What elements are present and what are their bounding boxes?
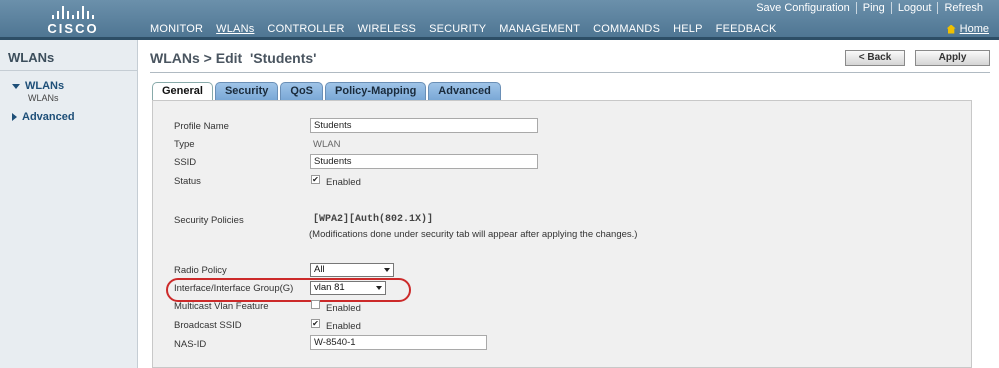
ping-link[interactable]: Ping	[855, 2, 891, 14]
radio-policy-label: Radio Policy	[174, 265, 227, 276]
security-policies-label: Security Policies	[174, 215, 244, 226]
cisco-logo-bars	[44, 4, 102, 19]
type-label: Type	[174, 139, 195, 150]
radio-policy-select[interactable]: All	[310, 263, 394, 277]
nav-help[interactable]: HELP	[673, 23, 703, 35]
status-checkbox[interactable]: ✔	[311, 175, 320, 184]
nav-management[interactable]: MANAGEMENT	[499, 23, 580, 35]
sidebar-subitem-wlans[interactable]: WLANs	[28, 93, 59, 103]
tab-advanced[interactable]: Advanced	[428, 82, 501, 100]
nav-security[interactable]: SECURITY	[429, 23, 486, 35]
title-divider	[150, 72, 990, 73]
broadcast-enabled-label: Enabled	[326, 321, 361, 332]
broadcast-ssid-checkbox[interactable]: ✔	[311, 319, 320, 328]
home-icon	[946, 24, 956, 34]
tab-policy-mapping[interactable]: Policy-Mapping	[325, 82, 427, 100]
type-value: WLAN	[313, 139, 341, 150]
red-highlight-annotation	[166, 278, 411, 302]
multicast-vlan-label: Multicast Vlan Feature	[174, 301, 269, 312]
sidebar: WLANs WLANs WLANs Advanced	[0, 40, 138, 368]
security-note: (Modifications done under security tab w…	[309, 229, 638, 240]
sidebar-divider	[0, 70, 138, 71]
profile-name-input[interactable]: Students	[310, 118, 538, 133]
profile-name-label: Profile Name	[174, 121, 229, 132]
nas-id-input[interactable]: W-8540-1	[310, 335, 487, 350]
dropdown-arrow-icon	[384, 268, 390, 272]
sidebar-item-wlans[interactable]: WLANs	[12, 80, 64, 92]
tab-general[interactable]: General	[152, 82, 213, 101]
ssid-input[interactable]: Students	[310, 154, 538, 169]
tab-security[interactable]: Security	[214, 82, 279, 100]
nav-monitor[interactable]: MONITOR	[150, 23, 203, 35]
tab-qos[interactable]: QoS	[280, 82, 324, 100]
logout-link[interactable]: Logout	[890, 2, 938, 14]
sidebar-item-label: Advanced	[22, 111, 75, 123]
utility-links: Save Configuration Ping Logout Refresh	[750, 2, 989, 14]
sidebar-item-advanced[interactable]: Advanced	[12, 111, 75, 123]
status-label: Status	[174, 176, 201, 187]
nas-id-label: NAS-ID	[174, 339, 207, 350]
nav-commands[interactable]: COMMANDS	[593, 23, 660, 35]
multicast-vlan-checkbox[interactable]: ✔	[311, 300, 320, 309]
security-policies-value: [WPA2][Auth(802.1X)]	[313, 214, 434, 225]
expand-right-icon	[12, 113, 17, 121]
radio-policy-value: All	[314, 264, 325, 275]
main-nav: MONITOR WLANs CONTROLLER WIRELESS SECURI…	[150, 23, 790, 35]
multicast-enabled-label: Enabled	[326, 303, 361, 314]
tab-bar: General Security QoS Policy-Mapping Adva…	[152, 82, 501, 101]
cisco-logo: CISCO	[44, 4, 102, 36]
ssid-label: SSID	[174, 157, 197, 168]
nav-wireless[interactable]: WIRELESS	[358, 23, 416, 35]
refresh-link[interactable]: Refresh	[937, 2, 989, 14]
nav-wlans[interactable]: WLANs	[216, 23, 254, 35]
home-label: Home	[959, 23, 989, 35]
sidebar-title: WLANs	[8, 50, 55, 65]
save-configuration-link[interactable]: Save Configuration	[750, 2, 856, 14]
expand-down-icon	[12, 83, 20, 89]
status-enabled-label: Enabled	[326, 177, 361, 188]
page-title: WLANs > Edit 'Students'	[150, 50, 317, 66]
home-link[interactable]: Home	[946, 23, 989, 35]
back-button[interactable]: < Back	[845, 50, 905, 66]
top-banner: CISCO Save Configuration Ping Logout Ref…	[0, 0, 999, 40]
sidebar-item-label: WLANs	[25, 80, 65, 92]
apply-button[interactable]: Apply	[915, 50, 990, 66]
nav-feedback[interactable]: FEEDBACK	[716, 23, 777, 35]
cisco-logo-text: CISCO	[47, 21, 99, 36]
nav-controller[interactable]: CONTROLLER	[267, 23, 344, 35]
broadcast-ssid-label: Broadcast SSID	[174, 320, 242, 331]
